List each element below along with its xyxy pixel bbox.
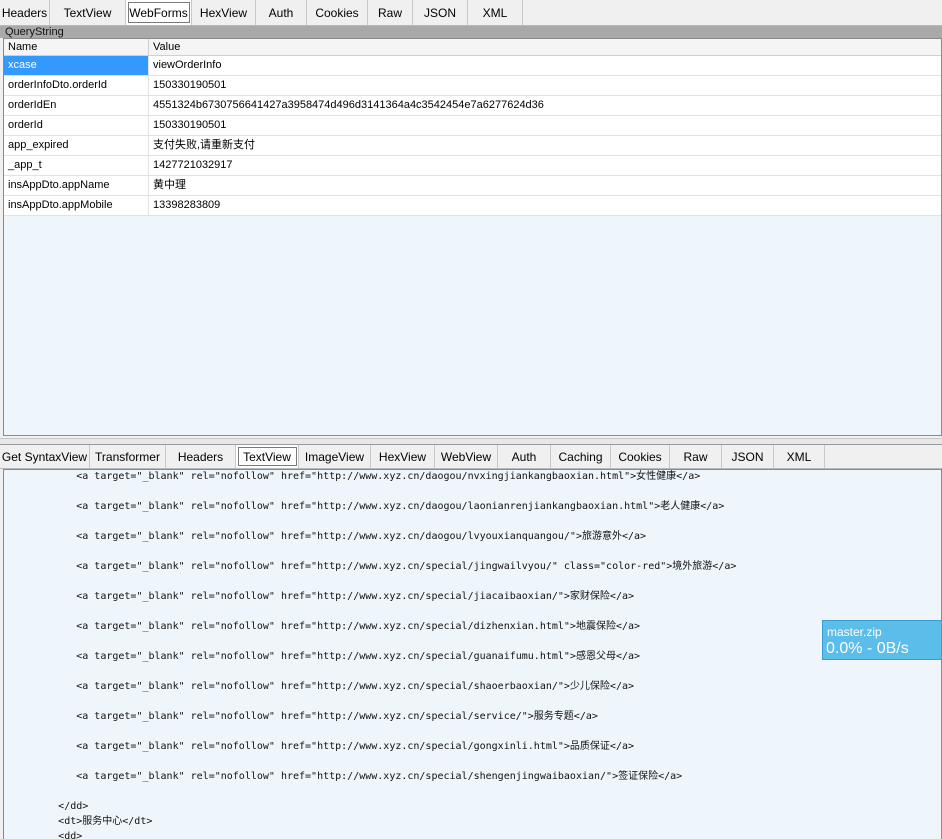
param-name: orderId	[4, 116, 149, 135]
grid-rows: xcase viewOrderInfo orderInfoDto.orderId 15…	[4, 56, 941, 216]
tab-bottom-transformer[interactable]: Transformer	[90, 445, 166, 468]
code-line: <a target="_blank" rel="nofollow" href="…	[4, 471, 701, 482]
tab-top-hexview[interactable]: HexView	[192, 0, 256, 25]
code-line: <a target="_blank" rel="nofollow" href="…	[4, 741, 635, 752]
param-value: 支付失败,请重新支付	[153, 139, 256, 151]
table-row[interactable]: insAppDto.appName 黄中理	[4, 176, 941, 196]
param-value: 150330190501	[153, 119, 227, 131]
tab-top-json[interactable]: JSON	[413, 0, 468, 25]
code-line: <a target="_blank" rel="nofollow" href="…	[4, 561, 737, 572]
param-name: orderInfoDto.orderId	[4, 76, 149, 95]
code-line: <dt>服务中心</dt>	[4, 816, 153, 827]
table-row[interactable]: _app_t 1427721032917	[4, 156, 941, 176]
code-line: <a target="_blank" rel="nofollow" href="…	[4, 771, 683, 782]
tab-top-raw[interactable]: Raw	[368, 0, 413, 25]
code-line: <a target="_blank" rel="nofollow" href="…	[4, 591, 635, 602]
tab-bottom-textview[interactable]: TextView	[236, 445, 299, 468]
tab-bottom-webview[interactable]: WebView	[435, 445, 498, 468]
response-tabs-top: Headers TextView WebForms HexView Auth Cookie…	[0, 0, 942, 26]
tab-top-xml[interactable]: XML	[468, 0, 523, 25]
param-name: insAppDto.appName	[4, 176, 149, 195]
tab-bottom-auth[interactable]: Auth	[498, 445, 551, 468]
tab-bottom-cookies[interactable]: Cookies	[611, 445, 670, 468]
tab-top-cookies[interactable]: Cookies	[307, 0, 368, 25]
param-value: 1427721032917	[153, 159, 233, 171]
tab-bottom-headers[interactable]: Headers	[166, 445, 236, 468]
param-name: app_expired	[4, 136, 149, 155]
tab-bottom-hexview[interactable]: HexView	[371, 445, 435, 468]
code-line: <a target="_blank" rel="nofollow" href="…	[4, 621, 641, 632]
code-line: </dd>	[4, 801, 89, 812]
tab-bottom-json[interactable]: JSON	[722, 445, 774, 468]
code-line: <a target="_blank" rel="nofollow" href="…	[4, 651, 641, 662]
tab-bottom-xml[interactable]: XML	[774, 445, 825, 468]
param-value: 13398283809	[153, 199, 221, 211]
code-line: <a target="_blank" rel="nofollow" href="…	[4, 681, 635, 692]
table-row[interactable]: app_expired 支付失败,请重新支付	[4, 136, 941, 156]
param-name: _app_t	[4, 156, 149, 175]
code-line: <a target="_blank" rel="nofollow" href="…	[4, 711, 598, 722]
name-column-header[interactable]: Name	[4, 39, 149, 55]
code-line: <a target="_blank" rel="nofollow" href="…	[4, 531, 647, 542]
textview-pane[interactable]: <a target="_blank" rel="nofollow" href="…	[3, 469, 942, 839]
tab-bottom-get-syntaxview[interactable]: Get SyntaxView	[0, 445, 90, 468]
code-line: <dd>	[4, 831, 83, 839]
param-value: 黄中理	[153, 179, 186, 191]
querystring-grid: Name Value xcase viewOrderInfo orderInfoDt…	[3, 38, 942, 436]
table-row[interactable]: xcase viewOrderInfo	[4, 56, 941, 76]
tab-bottom-caching[interactable]: Caching	[551, 445, 611, 468]
param-name: orderIdEn	[4, 96, 149, 115]
querystring-header: QueryString	[0, 26, 942, 38]
download-filename: master.zip	[827, 625, 882, 639]
param-value: viewOrderInfo	[153, 59, 222, 71]
pane-splitter[interactable]	[0, 438, 942, 445]
param-name: xcase	[4, 56, 149, 75]
grid-header: Name Value	[4, 39, 941, 56]
code-line: <a target="_blank" rel="nofollow" href="…	[4, 501, 725, 512]
table-row[interactable]: orderId 150330190501	[4, 116, 941, 136]
tab-bottom-raw[interactable]: Raw	[670, 445, 722, 468]
table-row[interactable]: orderInfoDto.orderId 150330190501	[4, 76, 941, 96]
download-progress: 0.0% - 0B/s	[826, 640, 909, 657]
tab-top-headers[interactable]: Headers	[0, 0, 50, 25]
value-column-header[interactable]: Value	[149, 39, 941, 55]
table-row[interactable]: orderIdEn 4551324b6730756641427a3958474d4…	[4, 96, 941, 116]
param-name: insAppDto.appMobile	[4, 196, 149, 215]
param-value: 4551324b6730756641427a3958474d496d314136…	[153, 99, 544, 111]
table-row[interactable]: insAppDto.appMobile 13398283809	[4, 196, 941, 216]
response-tabs-bottom: Get SyntaxView Transformer Headers TextView…	[0, 445, 942, 469]
tab-top-webforms[interactable]: WebForms	[126, 0, 192, 25]
tab-bottom-imageview[interactable]: ImageView	[299, 445, 371, 468]
tab-top-auth[interactable]: Auth	[256, 0, 307, 25]
param-value: 150330190501	[153, 79, 227, 91]
download-progress-widget[interactable]: master.zip 0.0% - 0B/s	[822, 620, 942, 660]
tab-top-textview[interactable]: TextView	[50, 0, 126, 25]
